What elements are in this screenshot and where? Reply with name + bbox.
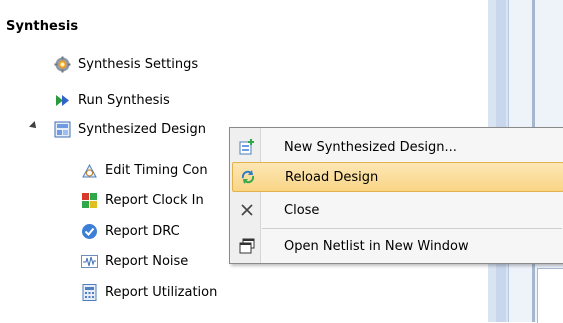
menu-item-close[interactable]: Close (232, 196, 563, 224)
gear-icon (54, 56, 71, 73)
menu-item-new-synthesized-design[interactable]: New Synthesized Design... (232, 133, 563, 161)
nav-item-report-drc[interactable]: Report DRC (81, 219, 180, 243)
nav-item-edit-timing[interactable]: Edit Timing Con (81, 158, 208, 182)
nav-item-report-utilization[interactable]: Report Utilization (81, 280, 217, 304)
menu-item-reload-design[interactable]: Reload Design (232, 162, 563, 192)
menu-item-open-netlist-window[interactable]: Open Netlist in New Window (232, 232, 563, 260)
nav-item-label: Edit Timing Con (105, 162, 208, 178)
close-icon (232, 203, 262, 217)
reload-icon (233, 169, 263, 185)
menu-separator (262, 228, 562, 229)
section-heading: Synthesis (6, 19, 79, 34)
nav-item-synthesized-design[interactable]: Synthesized Design (54, 117, 206, 141)
nav-item-label: Synthesized Design (78, 121, 206, 137)
menu-item-label: New Synthesized Design... (284, 139, 457, 155)
frame-content-box (537, 268, 563, 323)
timing-icon (81, 162, 98, 179)
menu-item-label: Reload Design (285, 169, 379, 185)
design-icon (54, 121, 71, 138)
utilization-icon (81, 283, 98, 301)
menu-item-label: Open Netlist in New Window (284, 238, 469, 254)
nav-item-synthesis-settings[interactable]: Synthesis Settings (54, 52, 198, 76)
drc-check-icon (81, 223, 98, 240)
clock-report-icon (81, 192, 98, 209)
menu-item-label: Close (284, 202, 320, 218)
nav-item-run-synthesis[interactable]: Run Synthesis (54, 88, 170, 112)
nav-item-label: Report Utilization (105, 284, 218, 300)
noise-icon (81, 253, 98, 270)
nav-item-label: Report DRC (105, 223, 180, 239)
collapse-arrow-icon[interactable] (29, 121, 39, 131)
nav-item-label: Report Clock In (105, 192, 204, 208)
nav-item-report-noise[interactable]: Report Noise (81, 249, 188, 273)
nav-item-label: Report Noise (105, 253, 189, 269)
run-arrow-icon (54, 92, 71, 109)
new-window-icon (232, 238, 262, 254)
context-menu: New Synthesized Design... Reload Design … (229, 127, 563, 264)
new-design-icon (232, 139, 262, 155)
nav-item-label: Run Synthesis (78, 92, 170, 108)
nav-item-label: Synthesis Settings (78, 56, 199, 72)
nav-item-report-clock[interactable]: Report Clock In (81, 188, 204, 212)
